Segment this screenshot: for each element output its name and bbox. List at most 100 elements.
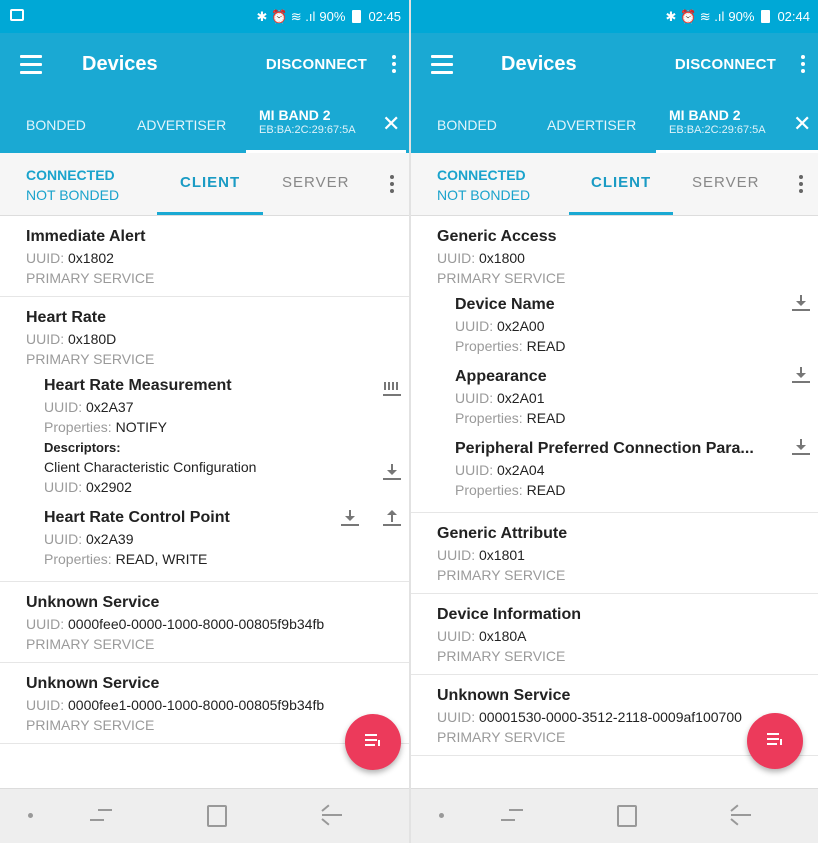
more-vert-icon[interactable] [798, 173, 804, 195]
properties-label: Properties: [455, 410, 523, 426]
status-bar: ✱ ⏰ ≋ .ıl 90% 02:44 [411, 0, 818, 33]
service-type: PRIMARY SERVICE [26, 270, 155, 286]
service-item[interactable]: Device Information UUID: 0x180A PRIMARY … [411, 594, 818, 675]
nav-recent-icon[interactable] [90, 803, 112, 827]
service-name: Unknown Service [437, 687, 571, 704]
nav-back-icon[interactable] [729, 804, 751, 826]
download-icon[interactable] [341, 509, 359, 527]
tab-mi-band-2[interactable]: MI BAND 2 EB:BA:2C:29:67:5A [259, 107, 356, 136]
phone-screen-right: ✱ ⏰ ≋ .ıl 90% 02:44 Devices DISCONNECT B… [411, 0, 818, 843]
clock: 02:44 [777, 9, 810, 24]
characteristic-item[interactable]: Heart Rate Control Point UUID: 0x2A39 Pr… [26, 499, 409, 571]
characteristic-properties: Properties: READ [455, 338, 818, 354]
menu-icon[interactable] [20, 55, 42, 74]
characteristic-item[interactable]: Appearance UUID: 0x2A01 Properties: READ [437, 358, 818, 430]
fab-log-button[interactable] [345, 714, 401, 770]
fab-list-line [365, 744, 375, 746]
characteristic-name: Appearance [455, 368, 547, 385]
disconnect-button[interactable]: DISCONNECT [266, 56, 367, 73]
fab-list-line [767, 743, 777, 745]
download-icon[interactable] [792, 366, 810, 384]
characteristic-properties: Properties: READ [455, 482, 818, 498]
tab-client[interactable]: CLIENT [591, 174, 651, 191]
characteristic-uuid: UUID: 0x2A01 [455, 390, 818, 406]
notify-icon[interactable] [383, 379, 401, 397]
characteristic-uuid: UUID: 0x2A00 [455, 318, 818, 334]
nav-dot-icon[interactable] [28, 813, 33, 818]
service-item[interactable]: Generic Access UUID: 0x1800 PRIMARY SERV… [411, 216, 818, 513]
service-name: Unknown Service [26, 594, 160, 611]
fab-log-button[interactable] [747, 713, 803, 769]
service-list[interactable]: Immediate Alert UUID: 0x1802 PRIMARY SER… [0, 216, 409, 789]
more-vert-icon[interactable] [389, 173, 395, 195]
fab-list-line [780, 739, 782, 745]
nav-home-icon[interactable] [617, 805, 637, 827]
service-uuid: UUID: 0000fee1-0000-1000-8000-00805f9b34… [26, 697, 409, 713]
tab-device-address: EB:BA:2C:29:67:5A [259, 124, 356, 136]
bond-state-label: NOT BONDED [26, 187, 120, 203]
characteristic-name: Peripheral Preferred Connection Para... [455, 440, 754, 457]
service-item[interactable]: Heart Rate UUID: 0x180D PRIMARY SERVICE … [0, 297, 409, 582]
close-icon[interactable]: ✕ [793, 111, 811, 137]
service-item[interactable]: Immediate Alert UUID: 0x1802 PRIMARY SER… [0, 216, 409, 297]
close-icon[interactable]: ✕ [382, 111, 400, 137]
more-vert-icon[interactable] [391, 53, 397, 75]
uuid-label: UUID: [437, 547, 476, 563]
service-name: Generic Attribute [437, 525, 568, 542]
tab-advertiser[interactable]: ADVERTISER [137, 117, 226, 133]
tab-server[interactable]: SERVER [692, 174, 759, 191]
characteristic-item[interactable]: Heart Rate Measurement UUID: 0x2A37 Prop… [26, 367, 409, 499]
characteristic-properties: Properties: READ [455, 410, 818, 426]
fab-list-line [767, 738, 779, 740]
uuid-value: 0x1800 [479, 250, 525, 266]
service-name: Immediate Alert [26, 228, 146, 245]
tab-indicator [157, 212, 263, 215]
nav-home-icon[interactable] [207, 805, 227, 827]
tab-bonded[interactable]: BONDED [437, 117, 497, 133]
characteristic-properties: Properties: READ, WRITE [44, 551, 409, 567]
status-icons: ✱ ⏰ ≋ .ıl 90% 02:44 [666, 9, 811, 25]
properties-value: READ [526, 338, 566, 354]
menu-icon[interactable] [431, 55, 453, 74]
more-vert-icon[interactable] [800, 53, 806, 75]
download-icon[interactable] [383, 463, 401, 481]
tab-mi-band-2[interactable]: MI BAND 2 EB:BA:2C:29:67:5A [669, 107, 766, 136]
status-bar: ✱ ⏰ ≋ .ıl 90% 02:45 [0, 0, 409, 33]
properties-value: READ [526, 482, 566, 498]
service-type: PRIMARY SERVICE [437, 270, 566, 286]
nav-dot-icon[interactable] [439, 813, 444, 818]
service-item[interactable]: Unknown Service UUID: 0000fee0-0000-1000… [0, 582, 409, 663]
download-icon[interactable] [792, 438, 810, 456]
navigation-bar [0, 788, 409, 843]
tab-server[interactable]: SERVER [282, 174, 349, 191]
connection-status: CONNECTED NOT BONDED [26, 165, 119, 205]
uuid-label: UUID: [44, 531, 83, 547]
nav-back-icon[interactable] [320, 804, 342, 826]
nav-recent-icon[interactable] [501, 803, 523, 827]
fab-list-line [365, 739, 377, 741]
uuid-value: 0x2A00 [497, 318, 545, 334]
properties-label: Properties: [44, 551, 112, 567]
uuid-label: UUID: [455, 318, 494, 334]
tab-client[interactable]: CLIENT [180, 174, 240, 191]
uuid-label: UUID: [44, 399, 83, 415]
descriptor-uuid: UUID: 0x2902 [44, 479, 409, 495]
download-icon[interactable] [792, 294, 810, 312]
service-list[interactable]: Generic Access UUID: 0x1800 PRIMARY SERV… [411, 216, 818, 789]
service-name: Unknown Service [26, 675, 160, 692]
characteristic-item[interactable]: Peripheral Preferred Connection Para... … [437, 430, 818, 502]
service-item[interactable]: Generic Attribute UUID: 0x1801 PRIMARY S… [411, 513, 818, 594]
battery-level: 90% [319, 9, 346, 24]
service-type: PRIMARY SERVICE [437, 567, 566, 583]
uuid-label: UUID: [26, 331, 65, 347]
characteristic-name: Heart Rate Measurement [44, 377, 232, 394]
characteristic-item[interactable]: Device Name UUID: 0x2A00 Properties: REA… [437, 286, 818, 358]
characteristic-uuid: UUID: 0x2A39 [44, 531, 409, 547]
disconnect-button[interactable]: DISCONNECT [675, 56, 776, 73]
tab-advertiser[interactable]: ADVERTISER [547, 117, 636, 133]
upload-icon[interactable] [383, 509, 401, 527]
characteristic-properties: Properties: NOTIFY [44, 419, 409, 435]
tab-bonded[interactable]: BONDED [26, 117, 86, 133]
status-indicators: ✱ ⏰ ≋ .ıl [665, 8, 725, 24]
connection-subbar: CONNECTED NOT BONDED CLIENT SERVER [411, 153, 818, 216]
